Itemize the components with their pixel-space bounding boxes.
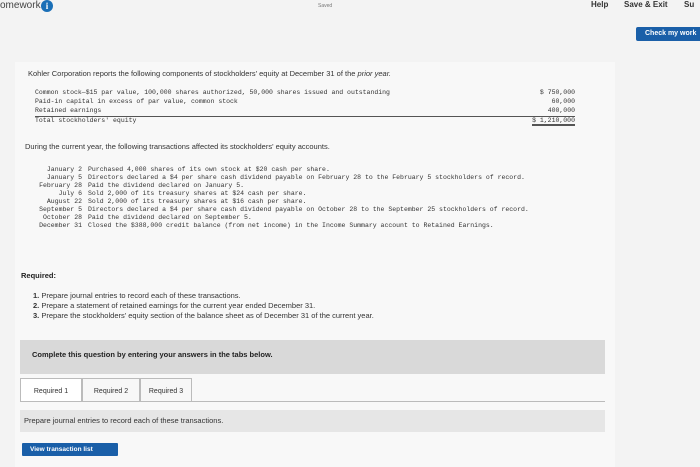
transaction-row: September 5 Directors declared a $4 per …: [20, 206, 610, 214]
transaction-desc: Purchased 4,000 shares of its own stock …: [88, 166, 330, 173]
help-button[interactable]: Help: [591, 0, 608, 9]
tab-divider: [20, 401, 605, 402]
transaction-date: July 6: [58, 190, 82, 197]
transaction-desc: Sold 2,000 of its treasury shares at $16…: [88, 198, 307, 205]
transaction-date: December 31: [39, 222, 82, 229]
equity-row: Common stock—$15 par value, 100,000 shar…: [35, 89, 575, 96]
transaction-date: February 28: [39, 182, 82, 189]
equity-table: Common stock—$15 par value, 100,000 shar…: [35, 89, 575, 126]
transaction-row: December 31 Closed the $388,000 credit b…: [20, 222, 610, 230]
transaction-row: February 28 Paid the dividend declared o…: [20, 182, 610, 190]
transaction-desc: Directors declared a $4 per share cash d…: [88, 206, 529, 213]
transaction-row: July 6 Sold 2,000 of its treasury shares…: [20, 190, 610, 198]
required-list: 1. Prepare journal entries to record eac…: [33, 291, 374, 321]
transaction-desc: Closed the $388,000 credit balance (from…: [88, 222, 494, 229]
intro-text: Kohler Corporation reports the following…: [28, 69, 392, 78]
tab-instruction-bar: Prepare journal entries to record each o…: [20, 410, 605, 432]
transaction-date: August 22: [46, 198, 82, 205]
brand-label: omework: [0, 0, 41, 11]
complete-instructions: Complete this question by entering your …: [32, 350, 273, 359]
transaction-date: October 28: [42, 214, 82, 221]
tab-required-3[interactable]: Required 3: [140, 378, 192, 402]
view-transaction-list-button[interactable]: View transaction list: [22, 443, 118, 456]
transaction-row: October 28 Paid the dividend declared on…: [20, 214, 610, 222]
submit-button[interactable]: Su: [684, 0, 694, 9]
transactions-list: January 2 Purchased 4,000 shares of its …: [20, 166, 610, 230]
transaction-desc: Directors declared a $4 per share cash d…: [88, 174, 525, 181]
complete-instructions-bar: Complete this question by entering your …: [20, 340, 605, 374]
transaction-date: January 2: [46, 166, 82, 173]
transaction-date: September 5: [39, 206, 82, 213]
required-heading: Required:: [21, 271, 57, 280]
top-bar: omework i Saved Help Save & Exit Su: [0, 0, 700, 14]
tab-required-2[interactable]: Required 2: [82, 378, 140, 402]
tab-required-1[interactable]: Required 1: [20, 378, 82, 402]
required-item: 1. Prepare journal entries to record eac…: [33, 291, 241, 300]
transaction-row: August 22 Sold 2,000 of its treasury sha…: [20, 198, 610, 206]
transaction-desc: Paid the dividend declared on January 5.: [88, 182, 245, 189]
info-icon[interactable]: i: [41, 0, 53, 12]
check-my-work-button[interactable]: Check my work: [636, 27, 700, 41]
save-exit-button[interactable]: Save & Exit: [624, 0, 668, 9]
transaction-date: January 5: [46, 174, 82, 181]
during-text: During the current year, the following t…: [25, 142, 330, 151]
required-item: 3. Prepare the stockholders' equity sect…: [33, 311, 374, 320]
tab-instruction: Prepare journal entries to record each o…: [24, 416, 224, 425]
transaction-desc: Sold 2,000 of its treasury shares at $24…: [88, 190, 307, 197]
transaction-row: January 2 Purchased 4,000 shares of its …: [20, 166, 610, 174]
required-item: 2. Prepare a statement of retained earni…: [33, 301, 316, 310]
transaction-row: January 5 Directors declared a $4 per sh…: [20, 174, 610, 182]
transaction-desc: Paid the dividend declared on September …: [88, 214, 252, 221]
equity-row: Paid-in capital in excess of par value, …: [35, 98, 575, 105]
equity-row: Retained earnings 400,000: [35, 107, 575, 114]
equity-total-row: Total stockholders' equity $ 1,210,000: [35, 116, 575, 126]
saved-status: Saved: [318, 3, 333, 9]
